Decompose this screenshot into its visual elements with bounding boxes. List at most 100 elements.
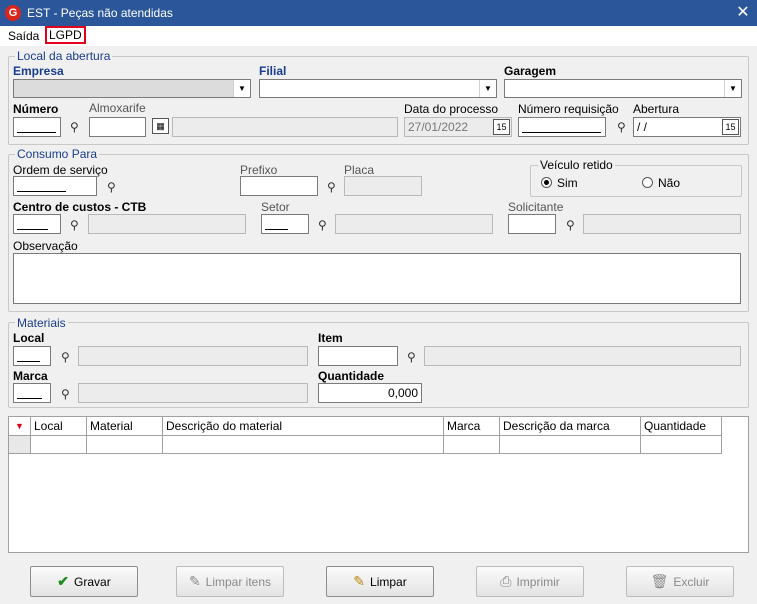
binoculars-icon[interactable]: ⚲ [407,350,416,364]
marca-label: Marca [13,369,48,383]
solicitante-desc [583,214,741,234]
column-header-material[interactable]: Material [87,417,163,436]
group-local-abertura-legend: Local da abertura [15,49,113,63]
binoculars-icon[interactable]: ⚲ [107,180,116,194]
column-header-descricao-marca[interactable]: Descrição da marca [500,417,641,436]
table-cell[interactable] [641,436,722,454]
calendar-icon[interactable]: 15 [722,119,739,135]
calendar-icon[interactable]: 15 [493,119,510,135]
binoculars-icon[interactable]: ⚲ [61,387,70,401]
garagem-select[interactable]: ▼ [504,79,742,98]
excluir-label: Excluir [673,575,710,589]
menu-item-lgpd[interactable]: LGPD [45,26,86,44]
excluir-button[interactable]: 🗑 Excluir [626,566,734,597]
group-consumo-para-legend: Consumo Para [15,147,100,161]
table-cell[interactable] [444,436,500,454]
empresa-select[interactable]: ▼ [13,79,251,98]
numero-label: Número [13,102,59,116]
prefixo-input[interactable] [240,176,318,196]
numero-requisicao-label: Número requisição [518,102,619,116]
radio-sim[interactable] [541,177,552,188]
printer-icon: ⎙ [500,573,512,589]
chevron-down-icon[interactable]: ▼ [724,80,741,97]
quantidade-input[interactable]: 0,000 [318,383,422,403]
setor-input[interactable] [261,214,309,234]
data-processo-label: Data do processo [404,102,499,116]
placa-input [344,176,422,196]
chevron-down-icon[interactable]: ▼ [479,80,496,97]
column-header-marca[interactable]: Marca [444,417,500,436]
column-header-local[interactable]: Local [31,417,87,436]
centro-custos-input[interactable] [13,214,61,234]
item-desc [424,346,741,366]
checkmark-icon: ✔ [57,573,70,589]
radio-nao[interactable] [642,177,653,188]
binoculars-icon[interactable]: ⚲ [327,180,336,194]
table-cell[interactable] [500,436,641,454]
abertura-label: Abertura [633,102,680,116]
quantidade-label: Quantidade [318,369,385,383]
binoculars-icon[interactable]: ⚲ [566,218,575,232]
column-header-quantidade[interactable]: Quantidade [641,417,722,436]
observacao-label: Observação [13,239,78,253]
setor-label: Setor [261,200,290,214]
gravar-button[interactable]: ✔ Gravar [30,566,138,597]
empresa-label: Empresa [13,64,64,78]
centro-custos-desc [88,214,246,234]
numero-requisicao-input[interactable] [518,117,606,137]
item-label: Item [318,331,343,345]
gravar-label: Gravar [74,575,111,589]
calendar-icon[interactable]: ▦ [152,118,169,134]
ordem-servico-input[interactable] [13,176,97,196]
broom-icon: ✎ [353,573,366,589]
binoculars-icon[interactable]: ⚲ [61,350,70,364]
quantidade-value: 0,000 [387,386,418,400]
veiculo-retido-legend: Veículo retido [538,158,615,172]
limpar-itens-button[interactable]: ✎ Limpar itens [176,566,284,597]
binoculars-icon[interactable]: ⚲ [70,120,79,134]
marca-input[interactable] [13,383,51,403]
almoxarife-input[interactable] [89,117,146,137]
broom-icon: ✎ [188,573,201,589]
imprimir-label: Imprimir [516,575,560,589]
prefixo-label: Prefixo [240,163,278,177]
limpar-itens-label: Limpar itens [205,575,272,589]
imprimir-button[interactable]: ⎙ Imprimir [476,566,584,597]
title-bar: G EST - Peças não atendidas ✕ [0,0,757,26]
marca-desc [78,383,308,403]
materials-grid[interactable]: ▼ Local Material Descrição do material M… [8,416,749,553]
table-cell[interactable] [163,436,444,454]
observacao-textarea[interactable] [13,253,741,304]
binoculars-icon[interactable]: ⚲ [617,120,626,134]
radio-sim-label: Sim [557,176,578,190]
table-cell[interactable] [87,436,163,454]
table-row-indicator[interactable] [9,436,31,454]
local-desc [78,346,308,366]
table-cell[interactable] [31,436,87,454]
app-logo-icon: G [5,5,21,21]
chevron-down-icon[interactable]: ▼ [233,80,250,97]
trash-icon: 🗑 [650,573,669,589]
limpar-button[interactable]: ✎ Limpar [326,566,434,597]
solicitante-input[interactable] [508,214,556,234]
ordem-servico-label: Ordem de serviço [13,163,108,177]
limpar-label: Limpar [370,575,407,589]
close-icon[interactable]: ✕ [729,0,757,26]
local-label: Local [13,331,45,345]
radio-nao-label: Não [658,176,681,190]
sort-indicator-icon[interactable]: ▼ [9,417,31,436]
local-input[interactable] [13,346,51,366]
garagem-label: Garagem [504,64,557,78]
filial-select[interactable]: ▼ [259,79,497,98]
binoculars-icon[interactable]: ⚲ [70,218,79,232]
almoxarife-desc [172,117,398,137]
numero-input[interactable] [13,117,61,137]
group-materiais-legend: Materiais [15,316,68,330]
menu-item-saida[interactable]: Saída [5,28,42,44]
abertura-value: / / [637,120,648,134]
column-header-descricao-material[interactable]: Descrição do material [163,417,444,436]
menu-bar: Saída LGPD [0,26,757,46]
binoculars-icon[interactable]: ⚲ [318,218,327,232]
window-title: EST - Peças não atendidas [27,6,173,20]
item-input[interactable] [318,346,398,366]
